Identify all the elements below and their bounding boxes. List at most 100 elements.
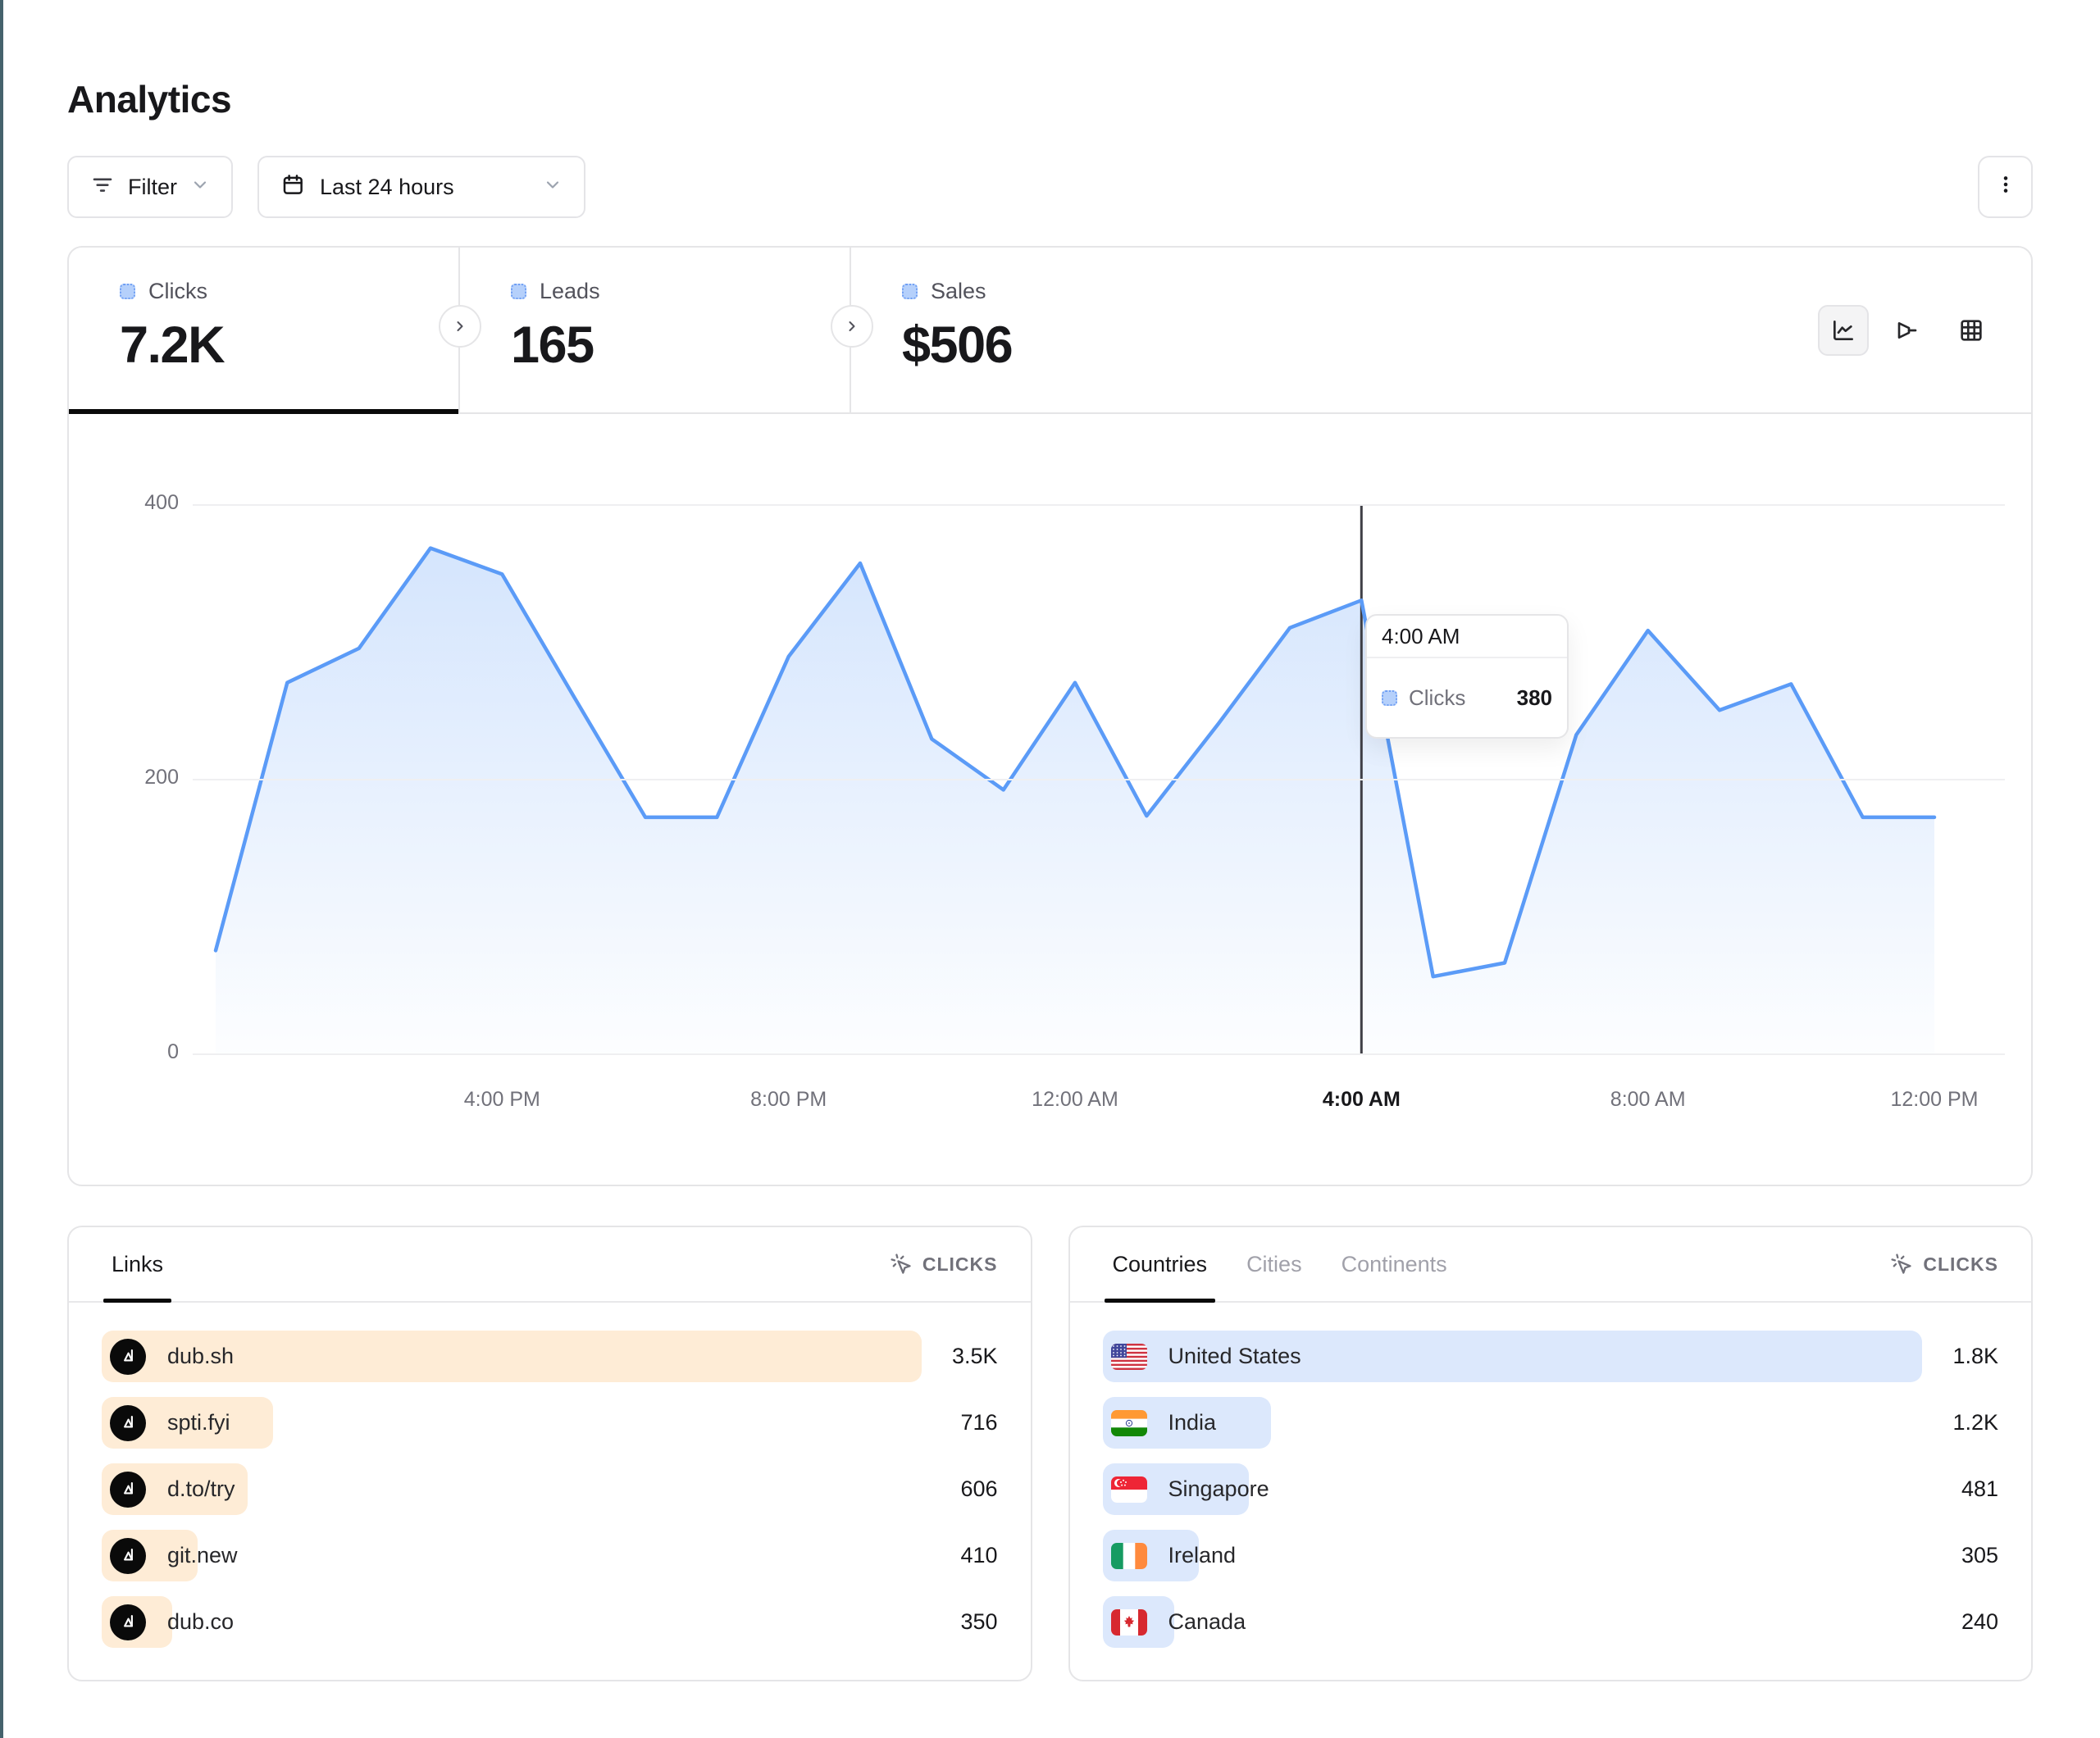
clicks-legend-chip bbox=[120, 284, 135, 299]
list-item[interactable]: Ireland 305 bbox=[1103, 1530, 1999, 1581]
kebab-menu-icon bbox=[1995, 174, 2016, 201]
metric-label: CLICKS bbox=[922, 1253, 998, 1276]
row-content: git.new bbox=[102, 1538, 238, 1574]
row-label: d.to/try bbox=[167, 1476, 235, 1502]
line-chart-view-button[interactable] bbox=[1818, 305, 1869, 356]
countries-panel: Countries Cities Continents CLICKS bbox=[1068, 1226, 2034, 1681]
countries-metric-selector[interactable]: CLICKS bbox=[1890, 1227, 1998, 1301]
tab-cities[interactable]: Cities bbox=[1246, 1227, 1302, 1301]
row-content: United States bbox=[1103, 1344, 1301, 1370]
tooltip-series-label: Clicks bbox=[1409, 685, 1465, 711]
row-content: India bbox=[1103, 1410, 1217, 1436]
clicks-legend-chip bbox=[1382, 690, 1397, 706]
links-panel-header: Links CLICKS bbox=[69, 1227, 1031, 1303]
mouse-pointer-click-icon bbox=[890, 1253, 913, 1276]
row-value: 481 bbox=[1961, 1476, 1998, 1502]
toolbar: Filter Last 24 hours bbox=[67, 156, 2033, 218]
stats-header: Clicks 7.2K Leads 165 Sales $506 bbox=[69, 248, 2031, 414]
metric-label: CLICKS bbox=[1923, 1253, 1998, 1276]
tab-links[interactable]: Links bbox=[112, 1227, 163, 1301]
flag-in-icon bbox=[1111, 1410, 1147, 1436]
tab-countries[interactable]: Countries bbox=[1113, 1227, 1208, 1301]
line-chart-icon bbox=[1830, 317, 1856, 344]
row-value: 305 bbox=[1961, 1543, 1998, 1568]
row-label: Ireland bbox=[1168, 1543, 1237, 1568]
tab-label: Links bbox=[112, 1252, 163, 1277]
row-value: 350 bbox=[960, 1609, 997, 1635]
flag-ie-icon bbox=[1111, 1543, 1147, 1569]
filter-button[interactable]: Filter bbox=[67, 156, 233, 218]
row-content: dub.co bbox=[102, 1604, 234, 1640]
links-list: dub.sh 3.5K spti.fyi 716 d.to/try 606 gi… bbox=[69, 1303, 1031, 1648]
stat-tab-leads[interactable]: Leads 165 bbox=[460, 248, 851, 412]
table-view-button[interactable] bbox=[1946, 305, 1997, 356]
left-edge-accent bbox=[0, 0, 3, 1738]
clicks-time-series-chart[interactable]: 4:00 AM Clicks 380 40020004:00 PM8:00 PM… bbox=[69, 414, 2031, 1185]
row-content: Singapore bbox=[1103, 1476, 1269, 1503]
stat-tab-clicks[interactable]: Clicks 7.2K bbox=[69, 248, 460, 412]
row-value: 3.5K bbox=[952, 1344, 998, 1369]
list-item[interactable]: git.new 410 bbox=[102, 1530, 998, 1581]
list-item[interactable]: United States 1.8K bbox=[1103, 1331, 1999, 1382]
tab-label: Continents bbox=[1342, 1252, 1447, 1277]
expand-leads-chevron-button[interactable] bbox=[831, 305, 873, 348]
stat-label: Clicks bbox=[148, 279, 207, 304]
mouse-pointer-click-icon bbox=[1890, 1253, 1913, 1276]
page-title: Analytics bbox=[67, 0, 2033, 121]
list-item[interactable]: Singapore 481 bbox=[1103, 1463, 1999, 1515]
date-range-label: Last 24 hours bbox=[320, 175, 454, 200]
row-value: 1.8K bbox=[1952, 1344, 1998, 1369]
list-item[interactable]: dub.co 350 bbox=[102, 1596, 998, 1648]
row-content: spti.fyi bbox=[102, 1405, 230, 1441]
area-fill bbox=[216, 548, 1934, 1053]
row-label: India bbox=[1168, 1410, 1217, 1435]
x-axis-tick-label: 12:00 AM bbox=[1032, 1088, 1118, 1112]
row-content: Ireland bbox=[1103, 1543, 1237, 1569]
y-axis-tick-label: 0 bbox=[115, 1040, 179, 1064]
analytics-page: Analytics Filter Last 24 hours bbox=[0, 0, 2100, 1681]
row-label: dub.co bbox=[167, 1609, 234, 1635]
flag-ca-icon bbox=[1111, 1609, 1147, 1636]
leads-legend-chip bbox=[511, 284, 526, 299]
countries-list: United States 1.8K India 1.2K Singapore … bbox=[1070, 1303, 2032, 1648]
analytics-chart-card: Clicks 7.2K Leads 165 Sales $506 bbox=[67, 246, 2033, 1186]
flag-us-icon bbox=[1111, 1344, 1147, 1370]
dub-favicon bbox=[110, 1472, 146, 1508]
chevron-right-icon bbox=[844, 318, 860, 334]
list-item[interactable]: spti.fyi 716 bbox=[102, 1397, 998, 1449]
row-content: dub.sh bbox=[102, 1339, 234, 1375]
list-item[interactable]: Canada 240 bbox=[1103, 1596, 1999, 1648]
x-axis-tick-label: 12:00 PM bbox=[1890, 1088, 1978, 1112]
date-range-button[interactable]: Last 24 hours bbox=[257, 156, 585, 218]
x-axis-tick-label: 4:00 AM bbox=[1323, 1088, 1401, 1112]
row-label: United States bbox=[1168, 1344, 1301, 1369]
list-item[interactable]: dub.sh 3.5K bbox=[102, 1331, 998, 1382]
row-label: Singapore bbox=[1168, 1476, 1269, 1502]
dub-favicon bbox=[110, 1538, 146, 1574]
y-axis-tick-label: 200 bbox=[115, 766, 179, 789]
chevron-down-icon bbox=[190, 175, 210, 200]
x-axis-tick-label: 8:00 PM bbox=[750, 1088, 827, 1112]
tab-continents[interactable]: Continents bbox=[1342, 1227, 1447, 1301]
row-value: 716 bbox=[960, 1410, 997, 1435]
row-label: Canada bbox=[1168, 1609, 1246, 1635]
links-metric-selector[interactable]: CLICKS bbox=[890, 1227, 998, 1301]
more-options-button[interactable] bbox=[1978, 156, 2033, 218]
y-axis-tick-label: 400 bbox=[115, 491, 179, 515]
row-value: 1.2K bbox=[1952, 1410, 1998, 1435]
expand-clicks-chevron-button[interactable] bbox=[439, 305, 481, 348]
row-label: git.new bbox=[167, 1543, 238, 1568]
chart-tooltip: 4:00 AM Clicks 380 bbox=[1365, 614, 1569, 739]
row-content: Canada bbox=[1103, 1609, 1246, 1636]
row-content: d.to/try bbox=[102, 1472, 235, 1508]
funnel-chart-view-button[interactable] bbox=[1882, 305, 1933, 356]
grid-table-icon bbox=[1958, 317, 1984, 344]
row-label: spti.fyi bbox=[167, 1410, 230, 1435]
stat-value: 165 bbox=[511, 316, 850, 375]
y-gridline bbox=[193, 504, 2005, 506]
chart-view-switcher bbox=[1818, 305, 1997, 356]
chevron-right-icon bbox=[452, 318, 468, 334]
stat-tab-sales[interactable]: Sales $506 bbox=[851, 248, 1242, 412]
list-item[interactable]: India 1.2K bbox=[1103, 1397, 1999, 1449]
list-item[interactable]: d.to/try 606 bbox=[102, 1463, 998, 1515]
